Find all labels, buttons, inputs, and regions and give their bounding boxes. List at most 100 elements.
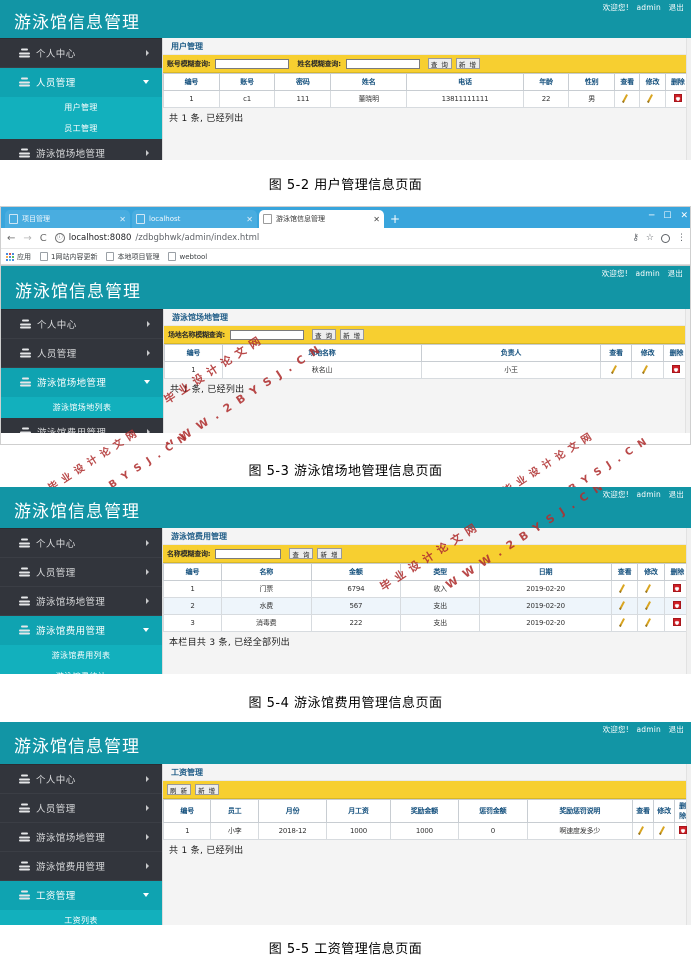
edit-cell[interactable] xyxy=(637,614,665,632)
view-cell[interactable] xyxy=(631,822,655,840)
edit-cell[interactable] xyxy=(637,597,665,615)
new-tab-button[interactable]: + xyxy=(390,212,400,226)
add-button[interactable]: 新 增 xyxy=(317,548,342,559)
delete-icon[interactable] xyxy=(673,601,682,609)
sidebar-item-venue-management[interactable]: 游泳馆场地管理 xyxy=(1,368,163,397)
add-button[interactable]: 新 增 xyxy=(195,784,220,795)
sidebar-item-venue-management[interactable]: 游泳馆场地管理 xyxy=(0,587,162,616)
venue-name-search-input[interactable] xyxy=(230,329,304,340)
sidebar-item-fee-management[interactable]: 游泳馆费用管理 xyxy=(1,418,163,433)
star-icon[interactable]: ☆ xyxy=(646,233,654,243)
key-icon[interactable]: ⚷ xyxy=(632,233,639,243)
query-button[interactable]: 查 询 xyxy=(289,548,314,559)
account-search-input[interactable] xyxy=(215,58,290,69)
sidebar-item-personnel-management[interactable]: 人员管理 xyxy=(1,339,163,368)
tab-project-management[interactable]: 项目管理 ✕ xyxy=(5,210,130,228)
sidebar-subitem-venue-list[interactable]: 游泳馆场地列表 xyxy=(1,397,163,418)
sidebar-subitem-salary-list[interactable]: 工资列表 xyxy=(0,910,162,925)
query-button[interactable]: 查 询 xyxy=(427,58,452,69)
edit-icon[interactable] xyxy=(623,94,632,103)
refresh-button[interactable]: 刷 新 xyxy=(167,784,192,795)
delete-icon[interactable] xyxy=(672,365,681,373)
page-info-icon[interactable]: ⓘ xyxy=(54,233,65,243)
col-name: 姓名 xyxy=(330,73,408,91)
view-cell[interactable] xyxy=(610,614,639,632)
content-scrollbar[interactable] xyxy=(686,38,691,160)
sidebar-subitem-user-management[interactable]: 用户管理 xyxy=(0,97,162,118)
delete-icon[interactable] xyxy=(673,94,682,102)
edit-cell[interactable] xyxy=(653,822,676,840)
minimize-icon[interactable]: ─ xyxy=(649,211,654,221)
close-icon[interactable]: ✕ xyxy=(246,215,253,224)
sidebar-item-personal-center[interactable]: 个人中心 xyxy=(0,765,162,794)
edit-icon[interactable] xyxy=(646,584,655,593)
content-scrollbar[interactable] xyxy=(685,309,690,433)
edit-icon[interactable] xyxy=(612,365,621,374)
avatar[interactable] xyxy=(661,233,670,243)
edit-cell[interactable] xyxy=(631,361,664,379)
edit-icon[interactable] xyxy=(646,618,655,627)
bookmark-apps[interactable]: 应用 xyxy=(6,252,31,262)
edit-icon[interactable] xyxy=(639,826,648,835)
logout-link[interactable]: 退出 xyxy=(669,490,684,499)
sidebar-item-salary-management[interactable]: 工资管理 xyxy=(0,881,162,910)
address-bar[interactable]: ⓘ localhost:8080/zdbgbhwk/admin/index.ht… xyxy=(54,233,625,243)
sidebar-item-personal-center[interactable]: 个人中心 xyxy=(0,529,162,558)
maximize-icon[interactable]: ☐ xyxy=(663,211,671,221)
edit-icon[interactable] xyxy=(620,584,629,593)
sidebar-item-personnel-management[interactable]: 人员管理 xyxy=(0,558,162,587)
chevron-right-icon xyxy=(147,350,150,356)
forward-icon[interactable]: → xyxy=(23,233,31,244)
close-icon[interactable]: ✕ xyxy=(119,215,126,224)
close-icon[interactable]: ✕ xyxy=(373,215,380,224)
name-search-input[interactable] xyxy=(345,58,420,69)
delete-icon[interactable] xyxy=(673,618,682,626)
edit-icon[interactable] xyxy=(660,826,669,835)
name-search-input[interactable] xyxy=(215,548,282,559)
sidebar-item-fee-management[interactable]: 游泳馆费用管理 xyxy=(0,616,162,645)
query-button[interactable]: 查 询 xyxy=(312,329,337,340)
sidebar-subitem-fee-statistics[interactable]: 游泳馆费统计 xyxy=(0,666,162,674)
logout-link[interactable]: 退出 xyxy=(669,725,684,734)
logout-link[interactable]: 退出 xyxy=(669,3,684,12)
delete-icon[interactable] xyxy=(673,584,682,592)
sidebar-item-venue-management[interactable]: 游泳馆场地管理 xyxy=(0,823,162,852)
edit-cell[interactable] xyxy=(639,90,666,108)
table-header-row: 编号 账号 密码 姓名 电话 年龄 性别 查看 修改 删除 xyxy=(163,73,691,91)
edit-cell[interactable] xyxy=(637,580,665,598)
browser-menu-icon[interactable]: ⋮ xyxy=(677,233,686,243)
edit-icon[interactable] xyxy=(620,601,629,610)
logout-link[interactable]: 退出 xyxy=(668,269,683,278)
col-month: 月份 xyxy=(257,799,328,823)
view-cell[interactable] xyxy=(613,90,641,108)
content-scrollbar[interactable] xyxy=(686,528,691,674)
bookmark-local-project[interactable]: 本地项目管理 xyxy=(106,252,159,262)
back-icon[interactable]: ← xyxy=(7,233,15,244)
sidebar-item-personal-center[interactable]: 个人中心 xyxy=(1,310,163,339)
edit-icon[interactable] xyxy=(648,94,657,103)
sidebar-item-personnel-management[interactable]: 人员管理 xyxy=(0,794,162,823)
sidebar-subitem-staff-management[interactable]: 员工管理 xyxy=(0,118,162,139)
edit-icon[interactable] xyxy=(643,365,652,374)
tab-localhost[interactable]: localhost ✕ xyxy=(132,210,257,228)
bookmark-site-update[interactable]: 1网站内容更新 xyxy=(40,252,97,262)
sidebar-subitem-fee-list[interactable]: 游泳馆费用列表 xyxy=(0,645,162,666)
bookmark-webtool[interactable]: webtool xyxy=(168,252,207,261)
cell-bonus: 1000 xyxy=(389,822,460,840)
view-cell[interactable] xyxy=(599,361,633,379)
sidebar-item-personal-center[interactable]: 个人中心 xyxy=(0,39,162,68)
reload-icon[interactable]: C xyxy=(40,233,47,244)
delete-icon[interactable] xyxy=(678,826,687,834)
view-cell[interactable] xyxy=(610,580,639,598)
add-button[interactable]: 新 增 xyxy=(340,329,365,340)
content-scrollbar[interactable] xyxy=(686,764,691,925)
sidebar-item-fee-management[interactable]: 游泳馆费用管理 xyxy=(0,852,162,881)
sidebar-item-venue-management[interactable]: 游泳馆场地管理 xyxy=(0,139,162,160)
view-cell[interactable] xyxy=(610,597,639,615)
edit-icon[interactable] xyxy=(620,618,629,627)
add-button[interactable]: 新 增 xyxy=(455,58,480,69)
close-window-icon[interactable]: ✕ xyxy=(680,211,688,221)
tab-swimming-pool-management[interactable]: 游泳馆信息管理 ✕ xyxy=(259,210,384,228)
edit-icon[interactable] xyxy=(646,601,655,610)
sidebar-item-personnel-management[interactable]: 人员管理 xyxy=(0,68,162,97)
